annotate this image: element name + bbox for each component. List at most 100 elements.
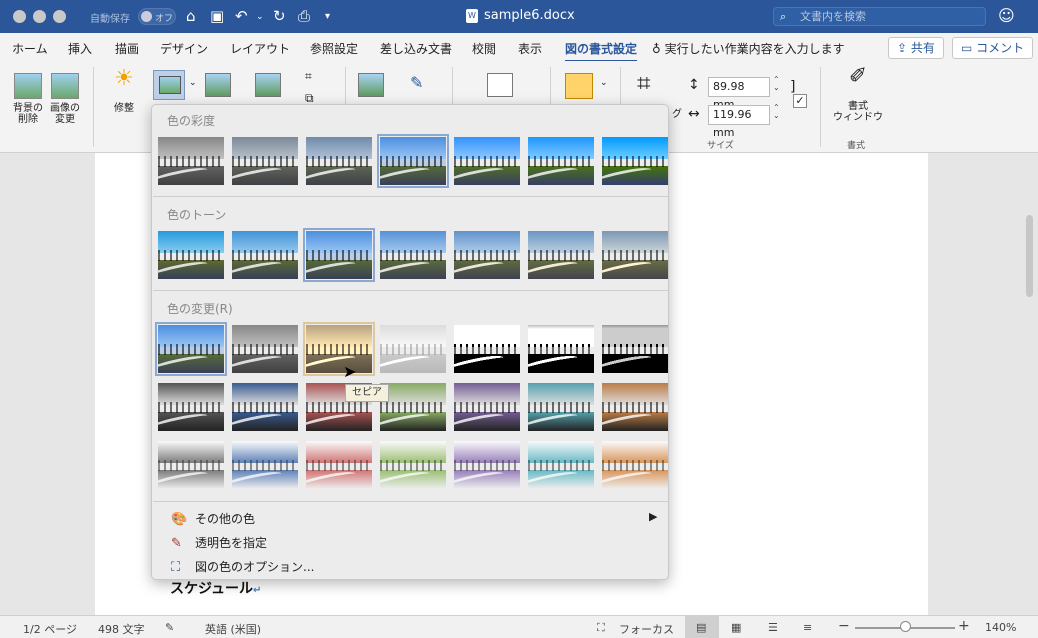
height-field[interactable]: 89.98 mm — [708, 77, 770, 111]
web-layout-icon[interactable]: ▦ — [731, 621, 741, 634]
tone-option[interactable] — [454, 231, 520, 279]
width-field[interactable]: 119.96 mm — [708, 105, 770, 139]
arrange-dropdown-icon[interactable]: ⌄ — [600, 78, 608, 88]
recolor-dark-option[interactable] — [158, 383, 224, 431]
vertical-scrollbar[interactable] — [1026, 215, 1033, 297]
change-picture-button[interactable]: 画像の 変更 — [47, 73, 83, 125]
draft-icon[interactable]: ≡ — [803, 621, 812, 634]
recolor-option[interactable] — [232, 325, 298, 373]
title-bar: 自動保存 オフ ⌂ ▣ ↶ ⌄ ↻ ⎙ ▾ W sample6.docx ⌕ 文書… — [0, 0, 1038, 33]
zoom-slider-knob[interactable] — [900, 621, 911, 632]
tab-review[interactable]: 校閲 — [472, 40, 496, 57]
remove-background-button[interactable]: 背景の 削除 — [10, 73, 46, 125]
focus-icon[interactable]: ⛶ — [597, 621, 605, 635]
undo-dropdown-icon[interactable]: ⌄ — [256, 12, 264, 22]
lock-aspect-checkbox[interactable]: ✓ — [793, 94, 807, 108]
tone-option[interactable] — [158, 231, 224, 279]
recolor-light-option[interactable] — [602, 441, 668, 489]
height-spinner[interactable]: ⌃ ⌄ — [773, 76, 780, 92]
tab-design[interactable]: デザイン — [160, 40, 208, 57]
tone-option[interactable] — [602, 231, 668, 279]
word-count[interactable]: 498 文字 — [98, 621, 145, 637]
page-count[interactable]: 1/2 ページ — [23, 621, 77, 637]
recolor-option[interactable] — [155, 322, 227, 376]
share-button[interactable]: ⇪ 共有 — [888, 37, 944, 59]
recolor-dark-option[interactable] — [602, 383, 668, 431]
tone-option[interactable] — [232, 231, 298, 279]
tab-mailings[interactable]: 差し込み文書 — [380, 40, 452, 57]
saturation-option[interactable] — [377, 134, 449, 188]
tab-picture-format[interactable]: 図の書式設定 — [565, 40, 638, 62]
tone-option[interactable] — [380, 231, 446, 279]
transparency-icon[interactable] — [255, 73, 281, 97]
saturation-option[interactable] — [528, 137, 594, 185]
recolor-option[interactable] — [454, 325, 520, 373]
zoom-out-icon[interactable]: − — [838, 618, 850, 634]
tab-home[interactable]: ホーム — [12, 40, 48, 57]
print-icon[interactable]: ⎙ — [298, 7, 310, 25]
alt-text-icon[interactable] — [487, 73, 513, 97]
recolor-light-option[interactable] — [380, 441, 446, 489]
outline-icon[interactable]: ☰ — [768, 621, 778, 634]
color-button[interactable] — [153, 70, 185, 100]
save-icon[interactable]: ▣ — [210, 7, 224, 25]
recolor-dark-option[interactable] — [380, 383, 446, 431]
recolor-option[interactable] — [303, 322, 375, 376]
recolor-option[interactable] — [380, 325, 446, 373]
format-group-label: 書式 — [847, 141, 866, 151]
tab-insert[interactable]: 挿入 — [68, 40, 92, 57]
proofing-icon[interactable]: ✎ — [165, 621, 174, 634]
recolor-light-option[interactable] — [306, 441, 372, 489]
more-colors-item[interactable]: 🎨 その他の色 — [171, 510, 255, 527]
saturation-option[interactable] — [454, 137, 520, 185]
undo-icon[interactable]: ↶ — [235, 7, 248, 25]
redo-icon[interactable]: ↻ — [273, 7, 286, 25]
recolor-dark-option[interactable] — [232, 383, 298, 431]
recolor-light-option[interactable] — [528, 441, 594, 489]
zoom-level[interactable]: 140% — [985, 621, 1016, 634]
close-window-button[interactable] — [13, 10, 26, 23]
customize-toolbar-icon[interactable]: ▾ — [325, 11, 330, 22]
home-icon[interactable]: ⌂ — [186, 7, 196, 25]
arrange-icon[interactable] — [565, 73, 593, 99]
recolor-light-option[interactable] — [158, 441, 224, 489]
tone-option[interactable] — [528, 231, 594, 279]
width-spinner[interactable]: ⌃ ⌄ — [773, 104, 780, 120]
compress-pictures-icon[interactable]: ⌗ — [305, 69, 312, 84]
recolor-dark-option[interactable] — [528, 383, 594, 431]
document-heading[interactable]: スケジュール↵ — [170, 578, 261, 598]
saturation-option[interactable] — [158, 137, 224, 185]
tell-me-box[interactable]: ♁ 実行したい作業内容を入力します — [652, 40, 845, 57]
comments-button[interactable]: ▭ コメント — [952, 37, 1034, 59]
picture-styles-icon[interactable] — [358, 73, 384, 97]
recolor-option[interactable] — [602, 325, 668, 373]
autosave-toggle[interactable]: オフ — [138, 8, 176, 25]
tab-layout[interactable]: レイアウト — [230, 40, 290, 57]
tab-references[interactable]: 参照設定 — [310, 40, 358, 57]
picture-border-icon[interactable]: ✎ — [410, 73, 423, 92]
feedback-smiley-icon[interactable]: ☺ — [998, 6, 1015, 25]
minimize-window-button[interactable] — [33, 10, 46, 23]
focus-label[interactable]: フォーカス — [619, 621, 674, 637]
recolor-dark-option[interactable] — [454, 383, 520, 431]
format-pane-button[interactable]: ✐ 書式 ウィンドウ — [830, 66, 886, 124]
artistic-effects-icon[interactable] — [205, 73, 231, 97]
picture-color-options-item[interactable]: ⛶ 図の色のオプション... — [171, 558, 314, 575]
recolor-light-option[interactable] — [232, 441, 298, 489]
zoom-window-button[interactable] — [53, 10, 66, 23]
set-transparent-color-item[interactable]: ✎ 透明色を指定 — [171, 534, 267, 551]
color-dropdown-icon[interactable]: ⌄ — [189, 78, 197, 88]
recolor-light-option[interactable] — [454, 441, 520, 489]
corrections-button[interactable]: ☀ 修整 — [104, 68, 144, 115]
saturation-option[interactable] — [602, 137, 668, 185]
recolor-option[interactable] — [528, 325, 594, 373]
search-input[interactable]: ⌕ 文書内を検索 — [773, 7, 986, 26]
saturation-option[interactable] — [232, 137, 298, 185]
tab-view[interactable]: 表示 — [518, 40, 542, 57]
tab-draw[interactable]: 描画 — [115, 40, 139, 57]
zoom-in-icon[interactable]: + — [958, 618, 970, 634]
language-indicator[interactable]: 英語 (米国) — [205, 621, 261, 637]
tone-option[interactable] — [303, 228, 375, 282]
crop-icon[interactable]: ⌗ — [637, 69, 651, 97]
saturation-option[interactable] — [306, 137, 372, 185]
